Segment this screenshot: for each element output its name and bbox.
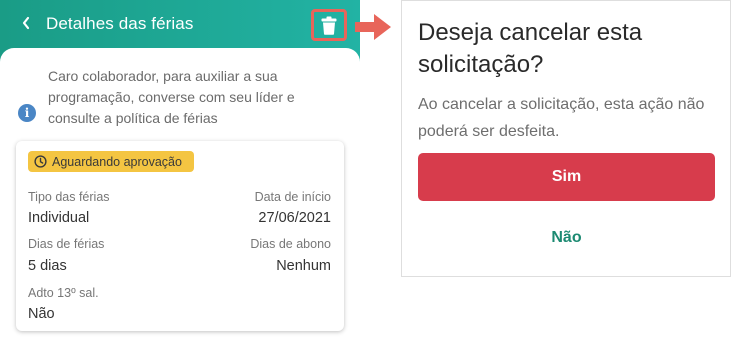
- vacation-days-value: 5 dias: [28, 258, 67, 274]
- info-text: Caro colaborador, para auxiliar a sua pr…: [48, 68, 295, 126]
- start-date-label: Data de início: [254, 190, 331, 204]
- bonus-days-label: Dias de abono: [250, 237, 331, 251]
- vacation-details-screen: Detalhes das férias i Caro colaborador, …: [0, 0, 360, 340]
- status-badge: Aguardando aprovação: [28, 151, 194, 172]
- arrow-right-icon: [355, 14, 391, 40]
- vacation-days-label: Dias de férias: [28, 237, 105, 251]
- vacation-type-value: Individual: [28, 210, 90, 226]
- info-icon: i: [18, 104, 36, 122]
- cancel-confirmation-dialog: Deseja cancelar esta solicitação? Ao can…: [401, 0, 731, 277]
- vacation-card: Aguardando aprovação Tipo das férias Dat…: [16, 141, 344, 331]
- confirm-no-button[interactable]: Não: [418, 217, 715, 259]
- details-sheet: i Caro colaborador, para auxiliar a sua …: [0, 48, 360, 340]
- trash-icon: [321, 16, 337, 35]
- app-header: Detalhes das férias: [0, 0, 360, 48]
- advance-13th-value: Não: [28, 306, 55, 322]
- delete-request-button[interactable]: [311, 9, 347, 41]
- status-text: Aguardando aprovação: [52, 154, 182, 169]
- dialog-message: Ao cancelar a solicitação, esta ação não…: [418, 96, 705, 140]
- advance-13th-label: Adto 13º sal.: [28, 286, 99, 300]
- chevron-left-icon[interactable]: [18, 15, 34, 31]
- confirm-yes-button[interactable]: Sim: [418, 153, 715, 201]
- bonus-days-value: Nenhum: [276, 258, 331, 274]
- page-title: Detalhes das férias: [46, 14, 194, 33]
- start-date-value: 27/06/2021: [258, 210, 331, 226]
- vacation-type-label: Tipo das férias: [28, 190, 110, 204]
- dialog-title: Deseja cancelar esta solicitação?: [418, 19, 643, 78]
- clock-icon: [34, 155, 47, 168]
